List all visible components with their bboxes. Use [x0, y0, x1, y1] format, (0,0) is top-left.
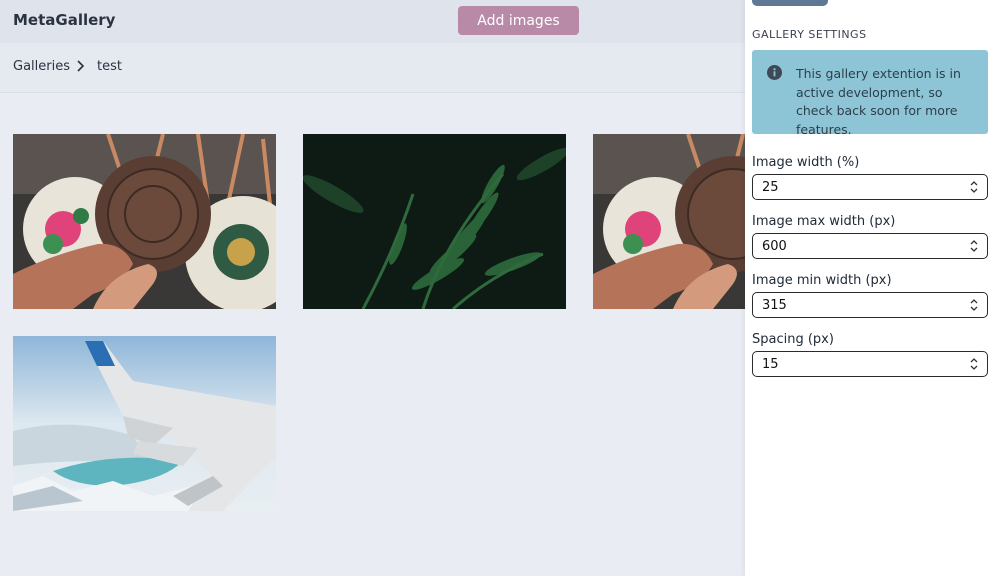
info-icon [767, 65, 782, 80]
gallery-grid [0, 93, 745, 576]
gallery-image-woven-bags-2[interactable] [593, 134, 745, 309]
stepper-icon[interactable] [969, 298, 979, 312]
image-max-width-input[interactable] [752, 233, 988, 259]
image-max-width-label: Image max width (px) [752, 214, 896, 229]
fern-leaves-photo [303, 134, 566, 309]
breadcrumb-galleries-link[interactable]: Galleries [13, 59, 70, 74]
info-notice: This gallery extention is in active deve… [752, 50, 988, 137]
stepper-icon[interactable] [969, 357, 979, 371]
info-notice-text: This gallery extention is in active deve… [796, 66, 961, 137]
breadcrumb: Galleries test [0, 43, 745, 93]
settings-panel: GALLERY SETTINGS This gallery extention … [745, 0, 1000, 576]
woven-bags-photo [593, 134, 745, 309]
app-title: MetaGallery [13, 11, 116, 29]
add-images-button[interactable]: Add images [458, 6, 579, 35]
spacing-label: Spacing (px) [752, 332, 834, 347]
stepper-icon[interactable] [969, 180, 979, 194]
stepper-icon[interactable] [969, 239, 979, 253]
spacing-input[interactable] [752, 351, 988, 377]
chevron-right-icon [77, 60, 85, 72]
gallery-image-woven-bags[interactable] [13, 134, 276, 309]
gallery-image-fern[interactable] [303, 134, 566, 309]
woven-bags-photo [13, 134, 276, 309]
image-min-width-input[interactable] [752, 292, 988, 318]
airplane-wing-photo [13, 336, 276, 511]
breadcrumb-current: test [97, 59, 122, 74]
image-width-label: Image width (%) [752, 155, 860, 170]
image-width-input[interactable] [752, 174, 988, 200]
settings-heading: GALLERY SETTINGS [752, 28, 867, 41]
gallery-image-airplane[interactable] [13, 336, 276, 511]
panel-save-button-partial[interactable] [752, 0, 828, 6]
image-min-width-label: Image min width (px) [752, 273, 892, 288]
